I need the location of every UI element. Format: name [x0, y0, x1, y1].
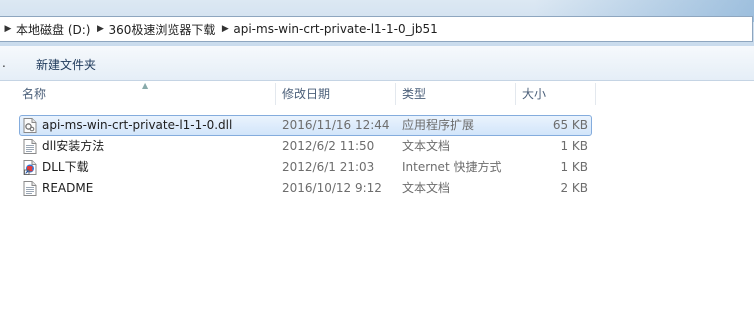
column-header-date[interactable]: 修改日期	[282, 81, 330, 105]
file-name[interactable]: README	[42, 178, 93, 198]
text-file-icon	[23, 139, 37, 154]
chevron-right-icon[interactable]: ▶	[0, 17, 16, 41]
file-name[interactable]: dll安装方法	[42, 136, 104, 156]
file-date: 2016/10/12 9:12	[282, 181, 382, 195]
chevron-right-icon[interactable]: ▶	[217, 17, 233, 41]
breadcrumb-label[interactable]: 360极速浏览器下载	[108, 21, 215, 38]
file-date: 2012/6/2 11:50	[282, 139, 375, 153]
file-row[interactable]: dll安装方法 2012/6/2 11:50 文本文档 1 KB	[0, 136, 754, 157]
file-size: 1 KB	[560, 160, 588, 174]
column-header-name[interactable]: 名称	[22, 81, 46, 105]
file-type: 应用程序扩展	[402, 118, 475, 132]
dll-file-icon	[23, 118, 37, 133]
breadcrumb-label[interactable]: api-ms-win-crt-private-l1-1-0_jb51	[233, 22, 437, 36]
column-header-size[interactable]: 大小	[522, 81, 546, 105]
column-header-row: ▲ 名称 修改日期 类型 大小	[0, 81, 596, 105]
file-row[interactable]: README 2016/10/12 9:12 文本文档 2 KB	[0, 178, 754, 199]
file-size: 1 KB	[560, 139, 588, 153]
text-file-icon	[23, 181, 37, 196]
column-divider[interactable]	[395, 83, 396, 105]
breadcrumb-item-drive[interactable]: ▶ 本地磁盘 (D:)	[0, 17, 92, 41]
column-divider[interactable]	[595, 83, 596, 105]
breadcrumb-label[interactable]: 本地磁盘 (D:)	[16, 21, 90, 38]
file-date: 2016/11/16 12:44	[282, 118, 390, 132]
file-type: 文本文档	[402, 139, 451, 153]
file-type: 文本文档	[402, 181, 451, 195]
sort-up-icon: ▲	[142, 81, 149, 90]
file-name[interactable]: DLL下载	[42, 157, 89, 177]
address-bar[interactable]: ▶ 本地磁盘 (D:) ▶ 360极速浏览器下载 ▶ api-ms-win-cr…	[0, 16, 753, 42]
file-size: 65 KB	[552, 118, 588, 132]
file-type: Internet 快捷方式	[402, 160, 502, 174]
command-toolbar: . 新建文件夹	[0, 46, 754, 81]
address-area: ▶ 本地磁盘 (D:) ▶ 360极速浏览器下载 ▶ api-ms-win-cr…	[0, 0, 754, 46]
breadcrumb-item-downloads[interactable]: ▶ 360极速浏览器下载	[92, 17, 217, 41]
toolbar-overflow[interactable]: .	[2, 56, 6, 70]
column-divider[interactable]	[275, 83, 276, 105]
file-size: 2 KB	[560, 181, 588, 195]
file-row[interactable]: DLL下载 2012/6/1 21:03 Internet 快捷方式 1 KB	[0, 157, 754, 178]
column-divider[interactable]	[515, 83, 516, 105]
file-row[interactable]: api-ms-win-crt-private-l1-1-0.dll 2016/1…	[0, 115, 754, 136]
file-name[interactable]: api-ms-win-crt-private-l1-1-0.dll	[42, 115, 232, 135]
breadcrumb-item-folder[interactable]: ▶ api-ms-win-crt-private-l1-1-0_jb51	[217, 17, 439, 41]
internet-shortcut-icon	[23, 160, 37, 175]
column-header-type[interactable]: 类型	[402, 81, 426, 105]
file-date: 2012/6/1 21:03	[282, 160, 375, 174]
new-folder-button[interactable]: 新建文件夹	[36, 56, 96, 73]
file-list: ▲ 名称 修改日期 类型 大小 api-ms-win-crt-private-l…	[0, 81, 754, 325]
chevron-right-icon[interactable]: ▶	[92, 17, 108, 41]
